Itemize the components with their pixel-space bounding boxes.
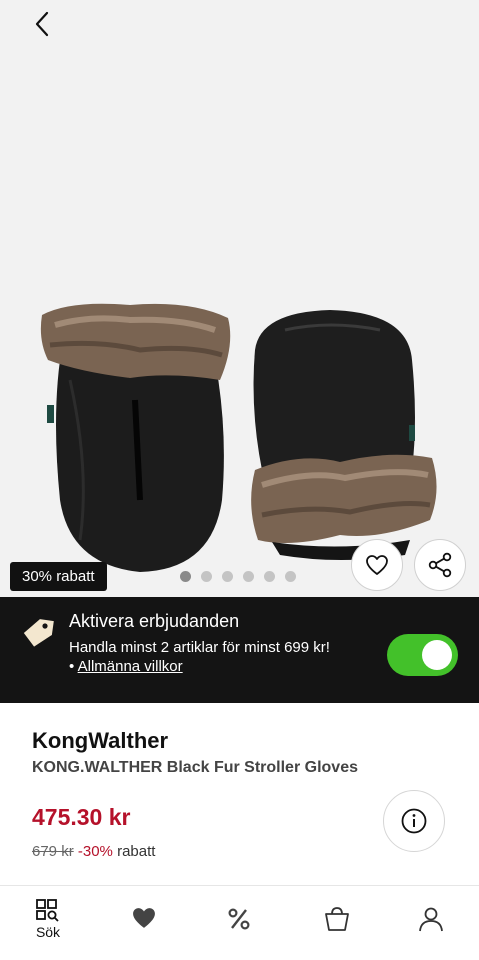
heart-icon [366, 555, 388, 575]
original-price-row: 679 kr -30% rabatt [32, 843, 155, 860]
info-icon [401, 808, 427, 834]
search-grid-icon [36, 899, 59, 922]
offer-title: Aktivera erbjudanden [69, 611, 240, 631]
discount-percent: -30% [77, 843, 113, 860]
nav-favorites[interactable] [109, 886, 179, 960]
carousel-dot[interactable] [285, 571, 296, 582]
product-title: KONG.WALTHER Black Fur Stroller Gloves [32, 759, 358, 776]
back-button[interactable] [26, 8, 58, 40]
carousel-dot[interactable] [264, 571, 275, 582]
share-icon [428, 552, 452, 578]
nav-account[interactable] [396, 886, 466, 960]
nav-cart[interactable] [302, 886, 372, 960]
product-image[interactable] [0, 0, 479, 597]
price-info-button[interactable] [383, 790, 445, 852]
nav-search-label: Sök [35, 924, 61, 940]
offer-banner: Aktivera erbjudanden Handla minst 2 arti… [0, 597, 479, 703]
chevron-left-icon [35, 11, 49, 37]
offer-toggle[interactable] [387, 634, 458, 676]
brand-name[interactable]: KongWalther [32, 728, 168, 754]
bullet: • [69, 658, 75, 675]
share-button[interactable] [414, 539, 466, 591]
favorite-button[interactable] [351, 539, 403, 591]
discount-badge: 30% rabatt [10, 562, 107, 591]
carousel-dots [180, 571, 296, 582]
sale-price: 475.30 kr [32, 804, 131, 830]
terms-link[interactable]: Allmänna villkor [78, 658, 183, 675]
original-price: 679 kr [32, 843, 74, 860]
product-image-area: 30% rabatt [0, 0, 479, 597]
carousel-dot[interactable] [222, 571, 233, 582]
nav-offers[interactable] [204, 886, 274, 960]
carousel-dot[interactable] [201, 571, 212, 582]
heart-filled-icon [133, 908, 155, 928]
carousel-dot[interactable] [180, 571, 191, 582]
discount-label: rabatt [117, 843, 156, 860]
offer-terms: • Allmänna villkor [69, 658, 183, 675]
carousel-dot[interactable] [243, 571, 254, 582]
shopping-bag-icon [325, 907, 349, 931]
user-icon [419, 907, 443, 932]
price-tag-icon [23, 619, 54, 647]
nav-search[interactable]: Sök [13, 886, 83, 960]
toggle-knob [422, 640, 452, 670]
bottom-navigation: Sök [0, 885, 479, 960]
percent-icon [228, 908, 250, 930]
offer-description: Handla minst 2 artiklar för minst 699 kr… [69, 639, 330, 656]
